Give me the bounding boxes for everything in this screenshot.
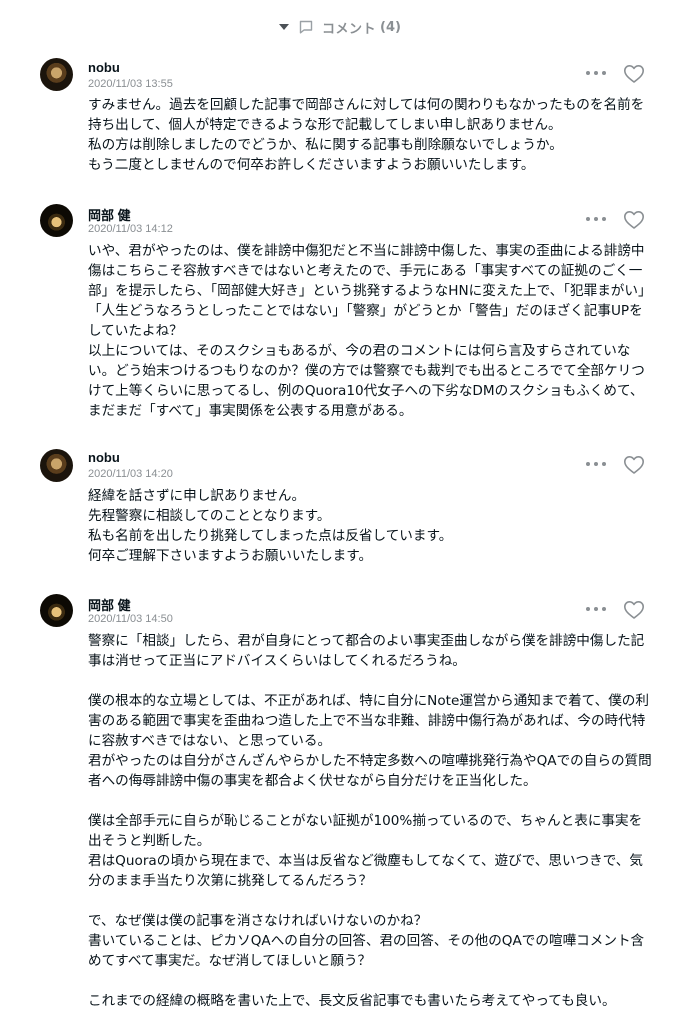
heart-icon[interactable] (623, 64, 645, 84)
heart-icon[interactable] (623, 600, 645, 620)
avatar[interactable] (40, 594, 73, 627)
caret-down-icon[interactable] (279, 24, 290, 30)
avatar[interactable] (40, 449, 73, 482)
comment-bubble-icon (299, 20, 313, 34)
comment-body: 警察に「相談」したら、君が自身にとって都合のよい事実歪曲しながら僕を誹謗中傷した… (88, 633, 652, 1009)
more-options-icon[interactable] (586, 606, 606, 612)
heart-icon[interactable] (623, 455, 645, 475)
comments-count: (4) (380, 19, 401, 35)
comment-author[interactable]: nobu (88, 450, 120, 465)
comment-author[interactable]: 岡部 健 (88, 595, 131, 614)
comments-title: コメント (322, 21, 377, 37)
more-options-icon[interactable] (586, 461, 606, 467)
comments-header[interactable]: コメント (4) (0, 16, 674, 38)
avatar[interactable] (40, 58, 73, 91)
comment-date: 2020/11/03 14:20 (88, 468, 173, 480)
more-options-icon[interactable] (586, 70, 606, 76)
comment-date: 2020/11/03 13:55 (88, 78, 173, 90)
comment-body: 経緯を話さずに申し訳ありません。 先程警察に相談してのこととなります。 私も名前… (88, 488, 453, 564)
comment-body: すみません。過去を回顧した記事で岡部さんに対しては何の関わりもなかったものを名前… (88, 97, 645, 173)
more-options-icon[interactable] (586, 216, 606, 222)
comment-date: 2020/11/03 14:12 (88, 223, 173, 235)
avatar[interactable] (40, 204, 73, 237)
comment-body: いや、君がやったのは、僕を誹謗中傷犯だと不当に誹謗中傷した、事実の歪曲による誹謗… (88, 243, 652, 419)
heart-icon[interactable] (623, 210, 645, 230)
comment-date: 2020/11/03 14:50 (88, 613, 173, 625)
comment-author[interactable]: 岡部 健 (88, 205, 131, 224)
comment-author[interactable]: nobu (88, 60, 120, 75)
